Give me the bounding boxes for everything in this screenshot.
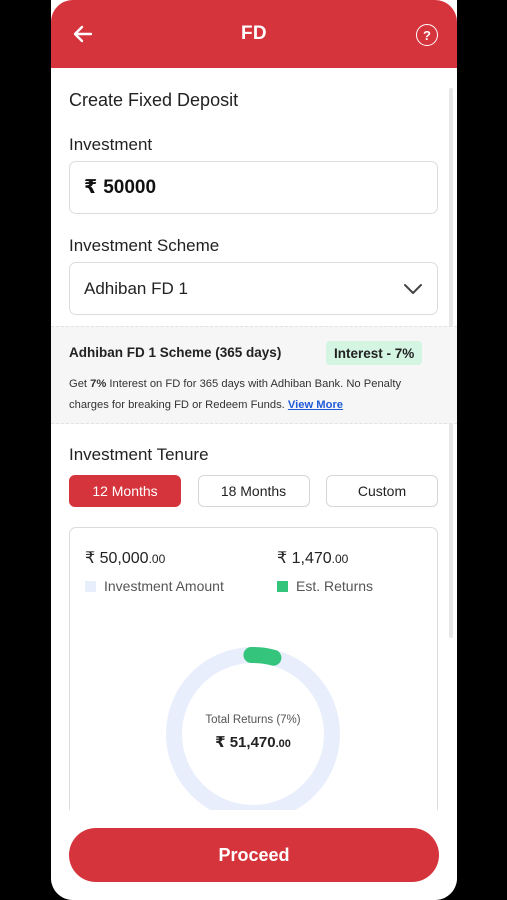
investment-scheme-label: Investment Scheme xyxy=(69,236,220,255)
investment-swatch xyxy=(85,580,96,592)
selected-scheme: Adhiban FD 1 xyxy=(84,278,188,298)
returns-swatch xyxy=(277,580,288,592)
scheme-name: Adhiban FD 1 Scheme (365 days) xyxy=(69,345,282,360)
investment-scheme-select[interactable]: Adhiban FD 1 xyxy=(69,262,438,315)
interest-badge: Interest - 7% xyxy=(326,341,423,365)
estimated-returns-total: ₹ 1,470.00 xyxy=(277,550,349,567)
bottom-action-bar: Proceed xyxy=(51,810,457,900)
page-title: FD xyxy=(241,23,267,44)
currency-symbol: ₹ xyxy=(84,177,98,198)
form-heading: Create Fixed Deposit xyxy=(69,90,239,110)
investment-tenure-label: Investment Tenure xyxy=(69,445,209,464)
app-screen: FD ? Create Fixed Deposit Investment ₹ 5… xyxy=(51,0,457,900)
proceed-button[interactable]: Proceed xyxy=(69,828,439,882)
chevron-down-icon xyxy=(404,284,422,294)
returns-summary-card: ₹ 50,000.00 ₹ 1,470.00 Investment Amount… xyxy=(69,527,438,827)
help-icon[interactable]: ? xyxy=(416,24,438,46)
view-more-link[interactable]: View More xyxy=(288,399,343,411)
returns-legend: Est. Returns xyxy=(277,578,373,594)
total-returns-amount: ₹ 51,470.00 xyxy=(215,734,291,751)
back-arrow-icon[interactable] xyxy=(71,22,95,46)
investment-amount-total: ₹ 50,000.00 xyxy=(85,550,166,567)
investment-legend: Investment Amount xyxy=(85,578,224,594)
scheme-description: Get 7% Interest on FD for 365 days with … xyxy=(69,378,402,411)
total-returns-label: Total Returns (7%) xyxy=(205,714,301,726)
scheme-info-panel: Adhiban FD 1 Scheme (365 days) Interest … xyxy=(51,326,457,424)
donut-returns-arc xyxy=(243,647,282,666)
tenure-18-months-button[interactable]: 18 Months xyxy=(197,475,310,507)
app-header: FD ? xyxy=(51,0,457,68)
investment-label: Investment xyxy=(69,135,153,154)
tenure-custom-button[interactable]: Custom xyxy=(326,475,438,507)
investment-amount-value: 50000 xyxy=(103,176,157,198)
investment-amount-input[interactable]: ₹ 50000 xyxy=(69,161,438,214)
tenure-12-months-button[interactable]: 12 Months xyxy=(69,475,181,507)
tenure-options: 12 Months 18 Months Custom xyxy=(69,475,438,507)
